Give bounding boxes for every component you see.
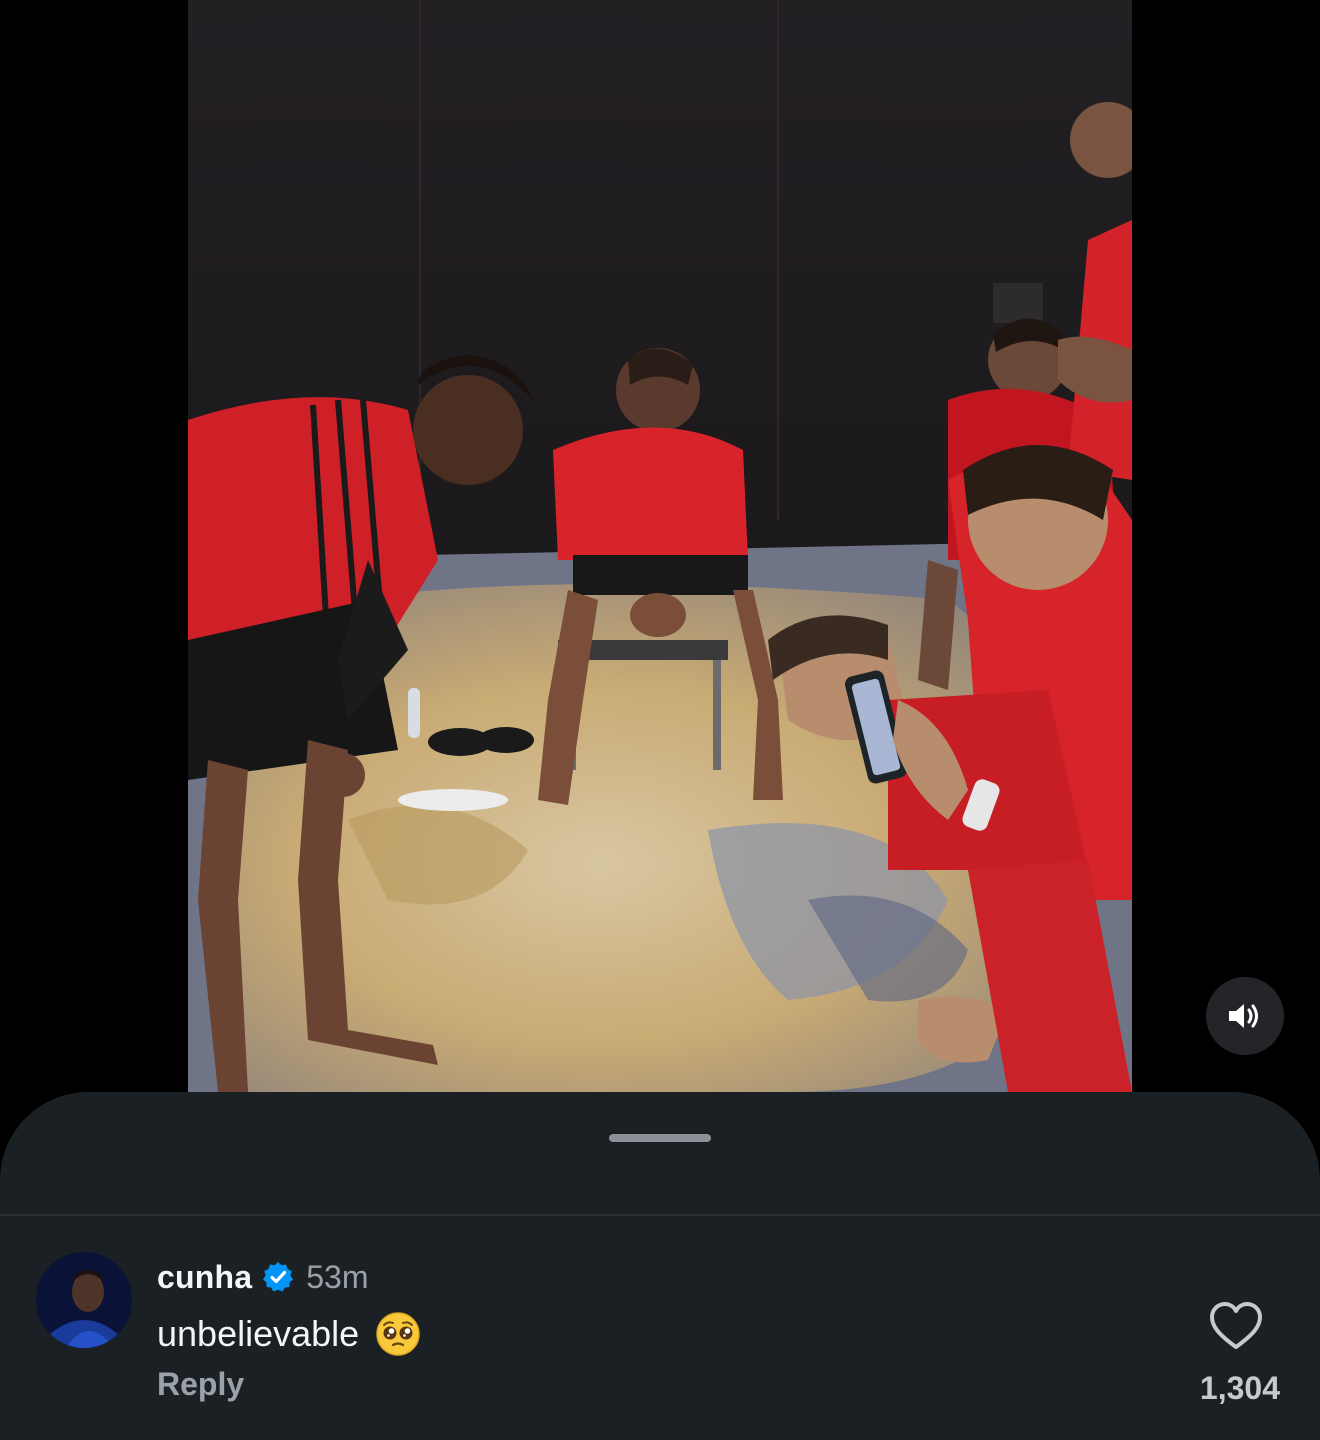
comment-text: unbelievable [157, 1313, 360, 1354]
avatar-image [36, 1252, 132, 1348]
comments-sheet: cunha 53m unbelievable Reply 1,304 [0, 1092, 1320, 1440]
video-frame [188, 0, 1132, 1092]
comment-username[interactable]: cunha [157, 1259, 252, 1296]
sheet-grabber[interactable] [609, 1134, 711, 1142]
pleading-face-emoji [376, 1312, 420, 1356]
comment-meta: cunha 53m [157, 1256, 368, 1298]
video-player[interactable] [188, 0, 1132, 1092]
heart-outline-icon[interactable] [1208, 1300, 1264, 1352]
speaker-icon [1229, 1004, 1258, 1028]
comment-timestamp: 53m [306, 1258, 369, 1295]
reply-button[interactable]: Reply [157, 1366, 244, 1403]
avatar[interactable] [36, 1252, 132, 1348]
verified-badge-icon [263, 1262, 294, 1292]
comment-item: cunha 53m unbelievable Reply 1,304 [0, 1216, 1320, 1440]
comment-body: unbelievable [157, 1306, 421, 1362]
sound-toggle-button[interactable] [1206, 977, 1284, 1055]
like-count: 1,304 [1199, 1370, 1280, 1406]
reels-screen: cunha 53m unbelievable Reply 1,304 [0, 0, 1320, 1440]
